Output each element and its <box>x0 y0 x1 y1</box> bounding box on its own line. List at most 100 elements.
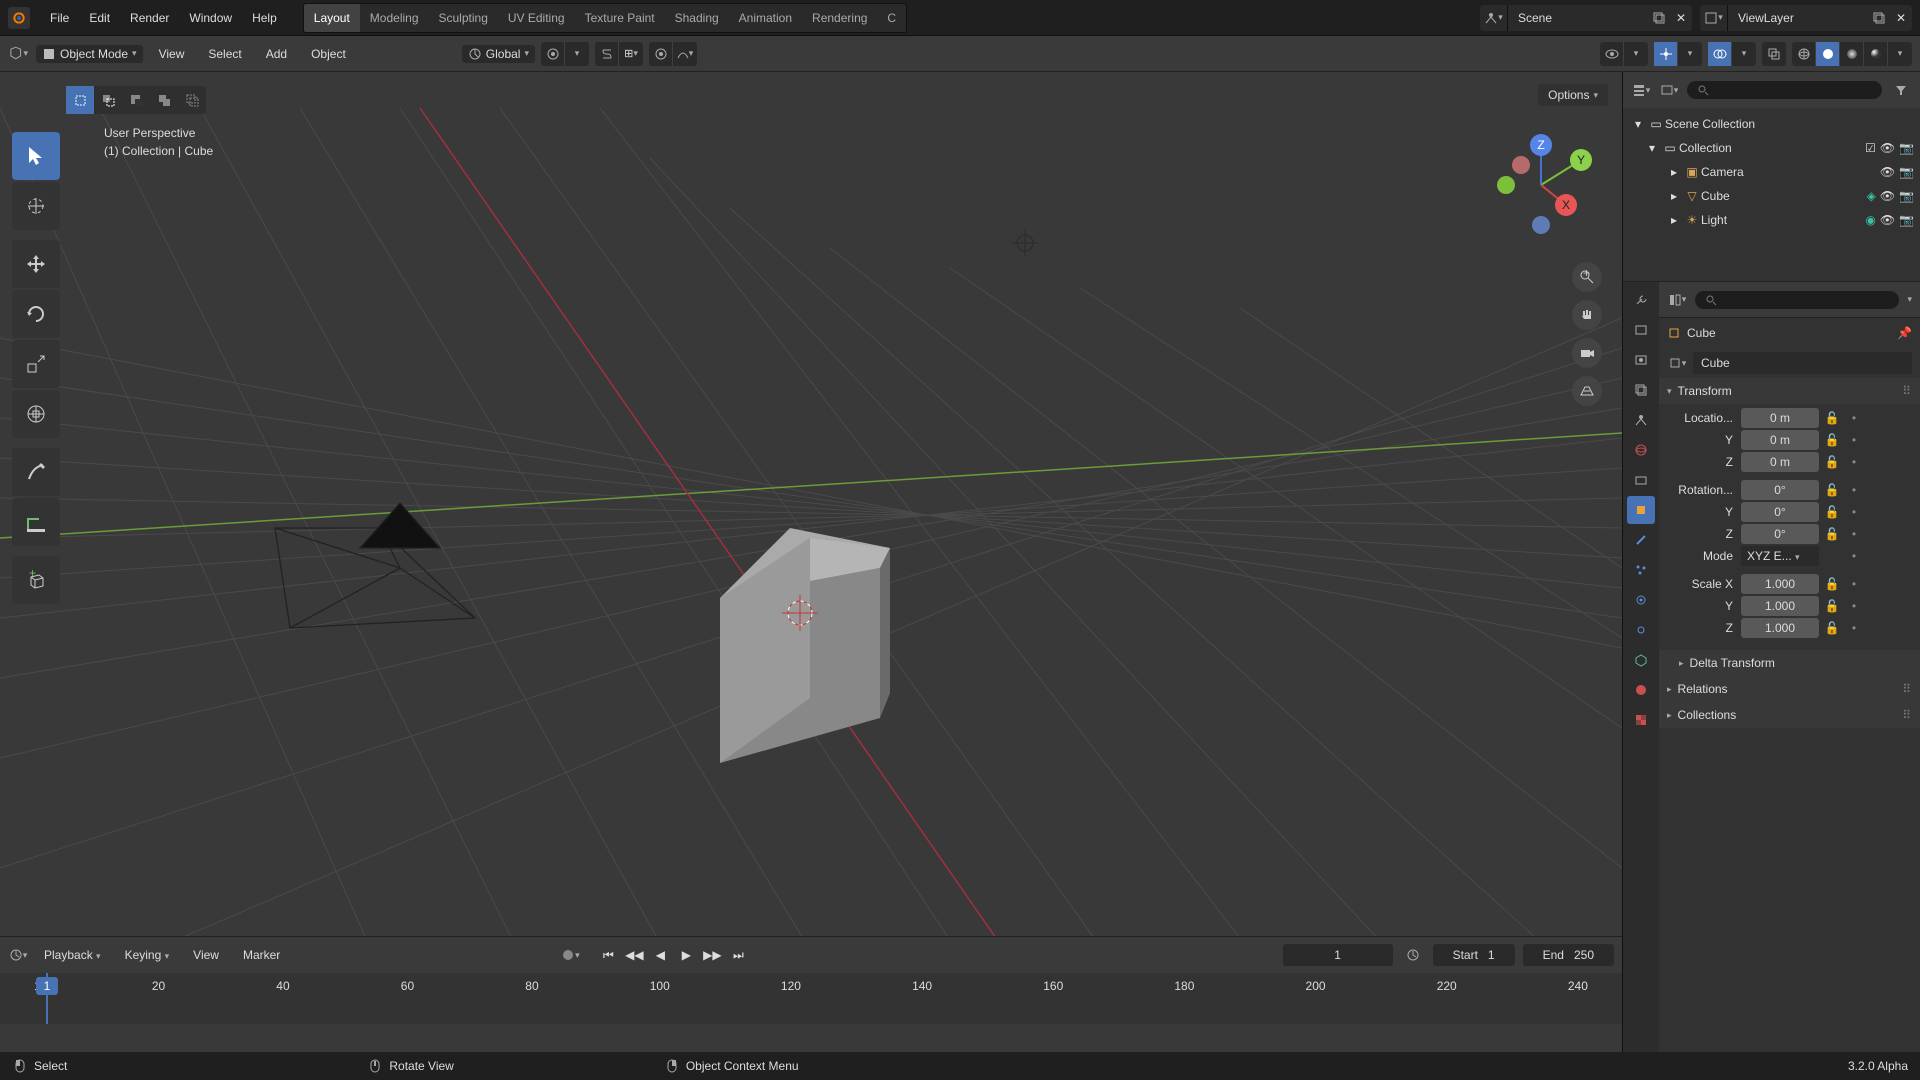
delete-scene-icon[interactable]: ✕ <box>1670 7 1692 29</box>
render-icon[interactable]: 📷 <box>1899 165 1914 179</box>
keyframe-dot[interactable]: • <box>1845 433 1863 447</box>
select-menu[interactable]: Select <box>200 43 249 65</box>
prop-tab-particles[interactable] <box>1627 556 1655 584</box>
expand-icon[interactable]: ▸ <box>1665 165 1683 179</box>
tab-more[interactable]: C <box>877 4 906 32</box>
overlays-dropdown[interactable]: ▾ <box>1708 42 1756 66</box>
start-frame[interactable]: Start1 <box>1433 944 1515 966</box>
prop-tab-constraints[interactable] <box>1627 616 1655 644</box>
properties-editor-icon[interactable]: ▾ <box>1667 290 1687 310</box>
lock-icon[interactable]: 🔓 <box>1823 483 1841 497</box>
loc-y[interactable]: 0 m <box>1741 430 1819 450</box>
lock-icon[interactable]: 🔓 <box>1823 527 1841 541</box>
matprev-shading[interactable] <box>1840 42 1864 66</box>
lock-icon[interactable]: 🔓 <box>1823 411 1841 425</box>
data-icon[interactable]: ◉ <box>1865 213 1875 227</box>
prop-tab-scene[interactable] <box>1627 406 1655 434</box>
xray-toggle[interactable] <box>1762 42 1786 66</box>
collections-panel-header[interactable]: ▸Collections⠿ <box>1659 702 1920 728</box>
keyframe-dot[interactable]: • <box>1845 599 1863 613</box>
tree-row[interactable]: ▸ ☀ Light ◉👁📷 <box>1623 208 1920 232</box>
rot-z[interactable]: 0° <box>1741 524 1819 544</box>
scene-selector[interactable]: ▾ Scene ✕ <box>1480 5 1692 31</box>
tab-modeling[interactable]: Modeling <box>360 4 429 32</box>
nav-gizmo[interactable]: Y X Z <box>1486 130 1596 240</box>
keyframe-dot[interactable]: • <box>1845 411 1863 425</box>
playhead[interactable] <box>46 973 48 1024</box>
scale-tool[interactable] <box>12 340 60 388</box>
prop-tab-modifiers[interactable] <box>1627 526 1655 554</box>
lock-icon[interactable]: 🔓 <box>1823 621 1841 635</box>
keyframe-dot[interactable]: • <box>1845 455 1863 469</box>
rot-x[interactable]: 0° <box>1741 480 1819 500</box>
collapse-icon[interactable]: ▾ <box>1629 117 1647 131</box>
keyframe-dot[interactable]: • <box>1845 505 1863 519</box>
tl-view-menu[interactable]: View <box>185 944 227 966</box>
tab-layout[interactable]: Layout <box>304 4 360 32</box>
add-menu[interactable]: Add <box>258 43 295 65</box>
tree-row[interactable]: ▾ ▭ Scene Collection <box>1623 112 1920 136</box>
select-tool[interactable] <box>12 132 60 180</box>
pan-icon[interactable] <box>1572 300 1602 330</box>
object-menu[interactable]: Object <box>303 43 354 65</box>
data-block-icon[interactable]: ▾ <box>1667 353 1687 373</box>
lock-icon[interactable]: 🔓 <box>1823 433 1841 447</box>
prop-tab-collection[interactable] <box>1627 466 1655 494</box>
play-reverse-icon[interactable]: ◀ <box>648 943 672 967</box>
prop-tab-world[interactable] <box>1627 436 1655 464</box>
outliner-display-mode[interactable]: ▾ <box>1659 80 1679 100</box>
zoom-icon[interactable]: + <box>1572 262 1602 292</box>
prop-tab-object[interactable] <box>1627 496 1655 524</box>
tab-shading[interactable]: Shading <box>665 4 729 32</box>
current-frame[interactable]: 1 <box>1283 944 1393 966</box>
rendered-shading[interactable] <box>1864 42 1888 66</box>
camera-view-icon[interactable] <box>1572 338 1602 368</box>
play-icon[interactable]: ▶ <box>674 943 698 967</box>
check-icon[interactable]: ☑ <box>1865 141 1876 155</box>
jump-start-icon[interactable]: ⏮ <box>596 943 620 967</box>
tab-sculpting[interactable]: Sculpting <box>429 4 498 32</box>
editor-type-icon[interactable]: ▾ <box>8 44 28 64</box>
keyframe-dot[interactable]: • <box>1845 527 1863 541</box>
new-scene-icon[interactable] <box>1648 7 1670 29</box>
outliner-editor-icon[interactable]: ▾ <box>1631 80 1651 100</box>
menu-window[interactable]: Window <box>179 7 242 29</box>
measure-tool[interactable] <box>12 498 60 546</box>
pivot-dropdown[interactable]: ▾ <box>541 42 589 66</box>
scale-z[interactable]: 1.000 <box>1741 618 1819 638</box>
add-cube-tool[interactable]: + <box>12 556 60 604</box>
prop-tab-tool[interactable] <box>1627 286 1655 314</box>
pin-icon[interactable]: 📌 <box>1897 326 1912 340</box>
prop-tab-material[interactable] <box>1627 676 1655 704</box>
eye-icon[interactable]: 👁 <box>1880 213 1895 227</box>
render-icon[interactable]: 📷 <box>1899 141 1914 155</box>
prop-tab-output[interactable] <box>1627 346 1655 374</box>
loc-x[interactable]: 0 m <box>1741 408 1819 428</box>
tab-texture-paint[interactable]: Texture Paint <box>575 4 665 32</box>
preview-range-icon[interactable] <box>1401 943 1425 967</box>
timeline-ruler[interactable]: 1 20 40 60 80 100 120 140 160 180 200 22… <box>0 973 1622 1024</box>
keyframe-dot[interactable]: • <box>1845 577 1863 591</box>
perspective-toggle-icon[interactable] <box>1572 376 1602 406</box>
lock-icon[interactable]: 🔓 <box>1823 577 1841 591</box>
data-name-input[interactable]: Cube <box>1693 352 1912 374</box>
keyframe-dot[interactable]: • <box>1845 621 1863 635</box>
prop-tab-physics[interactable] <box>1627 586 1655 614</box>
lock-icon[interactable]: 🔓 <box>1823 455 1841 469</box>
select-mode-intersect[interactable] <box>178 86 206 114</box>
view-menu[interactable]: View <box>151 43 193 65</box>
blender-logo-icon[interactable] <box>8 7 30 29</box>
timeline-editor-icon[interactable]: ▾ <box>8 945 28 965</box>
tab-animation[interactable]: Animation <box>729 4 802 32</box>
keyframe-dot[interactable]: • <box>1845 483 1863 497</box>
playback-menu[interactable]: Playback ▾ <box>36 944 109 966</box>
end-frame[interactable]: End250 <box>1523 944 1614 966</box>
select-mode-extend[interactable] <box>94 86 122 114</box>
options-dropdown[interactable]: Options▾ <box>1538 84 1608 106</box>
proportional-edit-toggle[interactable]: ▾ <box>649 42 697 66</box>
outliner-search[interactable] <box>1687 81 1882 99</box>
tab-uv-editing[interactable]: UV Editing <box>498 4 575 32</box>
snap-toggle[interactable]: ⊞▾ <box>595 42 643 66</box>
expand-icon[interactable]: ▸ <box>1665 213 1683 227</box>
delta-panel-header[interactable]: ▸Delta Transform <box>1659 650 1920 676</box>
